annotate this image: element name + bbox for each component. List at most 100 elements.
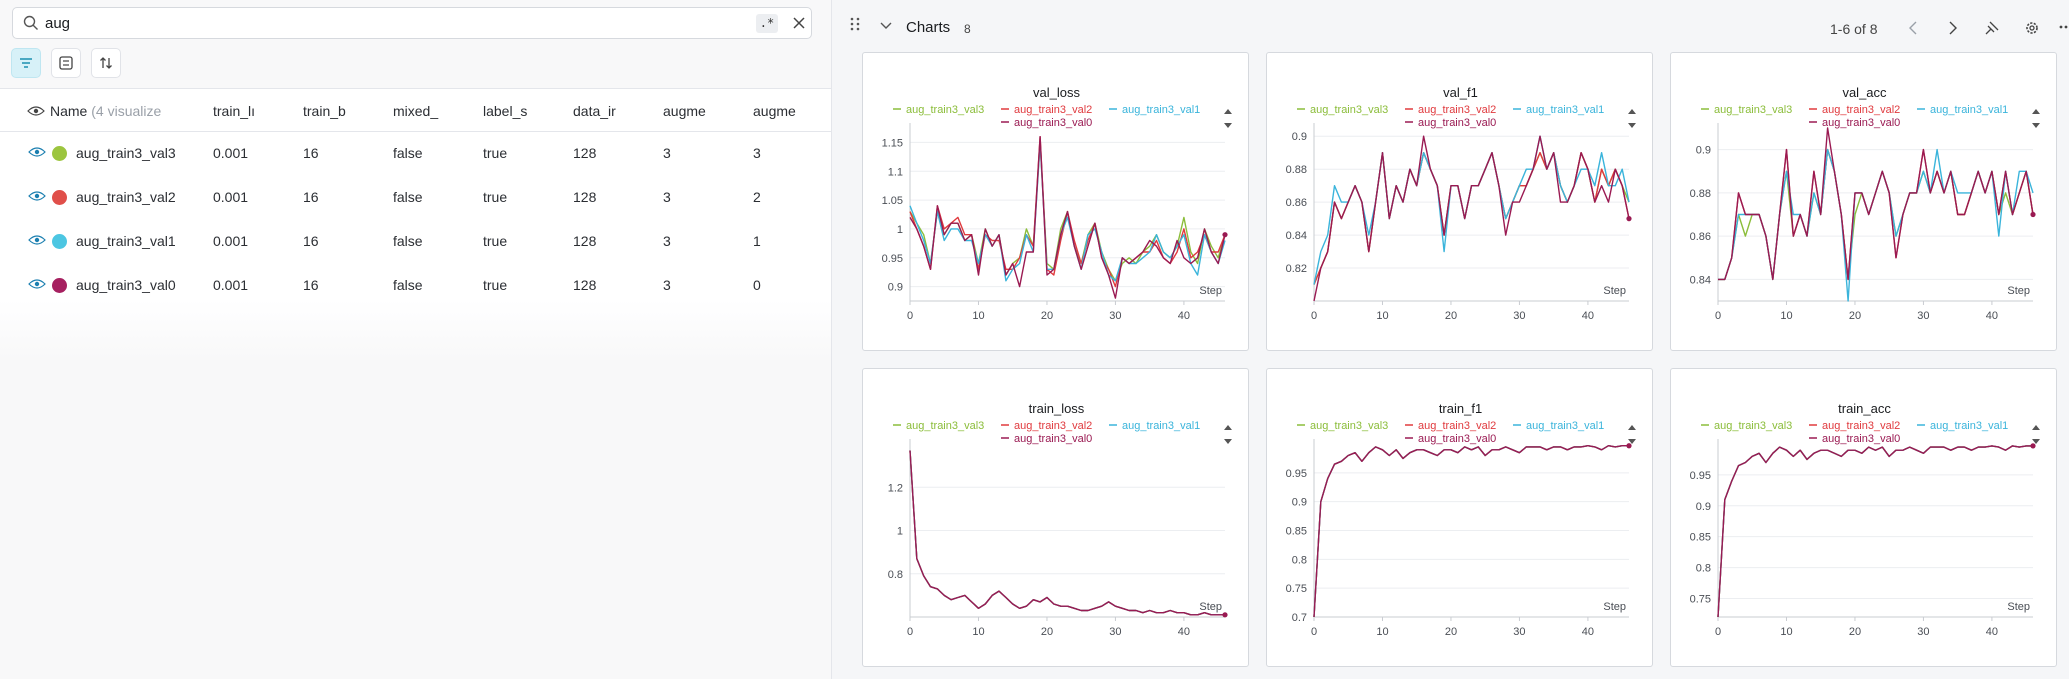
- legend-entry[interactable]: aug_train3_val3: [906, 420, 984, 432]
- series-line-aug-train3-val3[interactable]: [1718, 148, 2034, 281]
- chart-panel-val-acc[interactable]: val_acc aug_train3_val3 aug_train3_val2 aug…: [1670, 52, 2057, 351]
- gear-icon[interactable]: [2024, 20, 2040, 36]
- series-line-aug-train3-val3[interactable]: [1313, 444, 1629, 618]
- visibility-toggle-icon[interactable]: [28, 278, 46, 290]
- legend-entry[interactable]: aug_train3_val3: [1714, 104, 1792, 116]
- series-line-aug-train3-val3[interactable]: [909, 450, 1225, 616]
- legend-entry[interactable]: aug_train3_val0: [1418, 433, 1496, 445]
- legend-entry[interactable]: aug_train3_val1: [1122, 420, 1200, 432]
- column-header[interactable]: train_lı: [213, 103, 259, 119]
- series-line-aug-train3-val0[interactable]: [1718, 127, 2034, 281]
- clear-search-icon[interactable]: [789, 13, 809, 33]
- legend-entry[interactable]: aug_train3_val0: [1418, 117, 1496, 129]
- series-line-aug-train3-val1[interactable]: [909, 450, 1225, 616]
- series-line-aug-train3-val2[interactable]: [1313, 151, 1630, 285]
- legend-entry[interactable]: aug_train3_val0: [1822, 433, 1900, 445]
- run-color-swatch[interactable]: [52, 234, 67, 249]
- series-line-aug-train3-val2[interactable]: [1717, 445, 2033, 618]
- search-input[interactable]: [45, 13, 745, 33]
- legend-entry[interactable]: aug_train3_val3: [1310, 104, 1388, 116]
- legend-scroll-down-icon[interactable]: [2032, 439, 2040, 444]
- column-header[interactable]: augme: [753, 103, 799, 119]
- run-color-swatch[interactable]: [52, 190, 67, 205]
- legend-entry[interactable]: aug_train3_val2: [1418, 420, 1496, 432]
- chart-panel-val-f1[interactable]: val_f1 aug_train3_val3 aug_train3_val2 aug_…: [1266, 52, 1653, 351]
- legend-scroll-down-icon[interactable]: [2032, 123, 2040, 128]
- chart-panel-train-acc[interactable]: train_acc aug_train3_val3 aug_train3_val2 a…: [1670, 368, 2057, 667]
- table-row[interactable]: aug_train3_val1 0.001 16 false true 128 3 1: [0, 220, 831, 264]
- series-line-aug-train3-val0[interactable]: [1313, 444, 1629, 618]
- legend-entry[interactable]: aug_train3_val1: [1122, 104, 1200, 116]
- legend-entry[interactable]: aug_train3_val1: [1930, 420, 2008, 432]
- chevron-right-icon[interactable]: [1948, 21, 1958, 35]
- legend-entry[interactable]: aug_train3_val0: [1822, 117, 1900, 129]
- chevron-left-icon[interactable]: [1908, 21, 1918, 35]
- column-header-name[interactable]: Name (4 visualize: [50, 103, 170, 119]
- column-header[interactable]: label_s: [483, 103, 529, 119]
- visibility-toggle-icon[interactable]: [28, 190, 46, 202]
- legend-scroll-up-icon[interactable]: [2032, 425, 2040, 430]
- run-name[interactable]: aug_train3_val1: [76, 233, 176, 249]
- visibility-toggle-all-icon[interactable]: [27, 105, 45, 117]
- legend-entry[interactable]: aug_train3_val1: [1930, 104, 2008, 116]
- legend-scroll-up-icon[interactable]: [1628, 109, 1636, 114]
- column-header[interactable]: train_b: [303, 103, 349, 119]
- regex-toggle-button[interactable]: .*: [756, 14, 778, 33]
- column-header[interactable]: data_ir: [573, 103, 619, 119]
- legend-scroll-up-icon[interactable]: [1224, 425, 1232, 430]
- series-line-aug-train3-val0[interactable]: [909, 450, 1225, 616]
- more-options-icon[interactable]: [2059, 25, 2069, 29]
- legend-entry[interactable]: aug_train3_val2: [1822, 420, 1900, 432]
- y-tick-label: 0.8: [888, 569, 903, 581]
- series-line-aug-train3-val3[interactable]: [1313, 151, 1630, 285]
- chevron-down-icon[interactable]: [880, 22, 892, 30]
- filter-button[interactable]: [11, 48, 41, 78]
- visibility-toggle-icon[interactable]: [28, 146, 46, 158]
- legend-scroll-up-icon[interactable]: [1224, 109, 1232, 114]
- run-color-swatch[interactable]: [52, 146, 67, 161]
- legend-entry[interactable]: aug_train3_val2: [1014, 420, 1092, 432]
- legend-scroll-down-icon[interactable]: [1224, 439, 1232, 444]
- columns-button[interactable]: [51, 48, 81, 78]
- run-name[interactable]: aug_train3_val0: [76, 277, 176, 293]
- legend-entry[interactable]: aug_train3_val0: [1014, 117, 1092, 129]
- series-line-aug-train3-val0[interactable]: [1717, 445, 2033, 618]
- series-line-aug-train3-val3[interactable]: [1717, 445, 2033, 618]
- chart-svg: train_f1aug_train3_val3 aug_train3_val2 au…: [1286, 401, 1636, 638]
- series-line-aug-train3-val1[interactable]: [1718, 148, 2034, 302]
- series-line-aug-train3-val1[interactable]: [1717, 445, 2033, 618]
- legend-entry[interactable]: aug_train3_val1: [1526, 104, 1604, 116]
- series-line-aug-train3-val2[interactable]: [1718, 148, 2034, 281]
- series-line-aug-train3-val2[interactable]: [1313, 444, 1629, 618]
- chart-panel-train-loss[interactable]: train_loss aug_train3_val3 aug_train3_val2…: [862, 368, 1249, 667]
- legend-scroll-down-icon[interactable]: [1224, 123, 1232, 128]
- legend-scroll-up-icon[interactable]: [1628, 425, 1636, 430]
- table-row[interactable]: aug_train3_val2 0.001 16 false true 128 3 2: [0, 176, 831, 220]
- pin-icon[interactable]: [1984, 20, 2000, 36]
- legend-entry[interactable]: aug_train3_val2: [1418, 104, 1496, 116]
- run-name[interactable]: aug_train3_val3: [76, 145, 176, 161]
- series-line-aug-train3-val0[interactable]: [1313, 135, 1630, 302]
- legend-entry[interactable]: aug_train3_val1: [1526, 420, 1604, 432]
- legend-entry[interactable]: aug_train3_val3: [1714, 420, 1792, 432]
- series-line-aug-train3-val2[interactable]: [909, 450, 1225, 616]
- visibility-toggle-icon[interactable]: [28, 234, 46, 246]
- legend-entry[interactable]: aug_train3_val2: [1822, 104, 1900, 116]
- chart-panel-val-loss[interactable]: val_loss aug_train3_val3 aug_train3_val2 au…: [862, 52, 1249, 351]
- series-line-aug-train3-val1[interactable]: [1313, 444, 1629, 618]
- legend-entry[interactable]: aug_train3_val2: [1014, 104, 1092, 116]
- run-name[interactable]: aug_train3_val2: [76, 189, 176, 205]
- column-header[interactable]: mixed_: [393, 103, 439, 119]
- run-color-swatch[interactable]: [52, 278, 67, 293]
- chart-panel-train-f1[interactable]: train_f1 aug_train3_val3 aug_train3_val2 au…: [1266, 368, 1653, 667]
- legend-entry[interactable]: aug_train3_val3: [906, 104, 984, 116]
- legend-scroll-down-icon[interactable]: [1628, 123, 1636, 128]
- series-line-aug-train3-val1[interactable]: [1313, 135, 1630, 285]
- sort-button[interactable]: [91, 48, 121, 78]
- legend-scroll-up-icon[interactable]: [2032, 109, 2040, 114]
- column-header[interactable]: augme: [663, 103, 709, 119]
- table-row[interactable]: aug_train3_val3 0.001 16 false true 128 3 3: [0, 132, 831, 176]
- legend-entry[interactable]: aug_train3_val3: [1310, 420, 1388, 432]
- drag-handle-icon[interactable]: [850, 17, 860, 31]
- legend-entry[interactable]: aug_train3_val0: [1014, 433, 1092, 445]
